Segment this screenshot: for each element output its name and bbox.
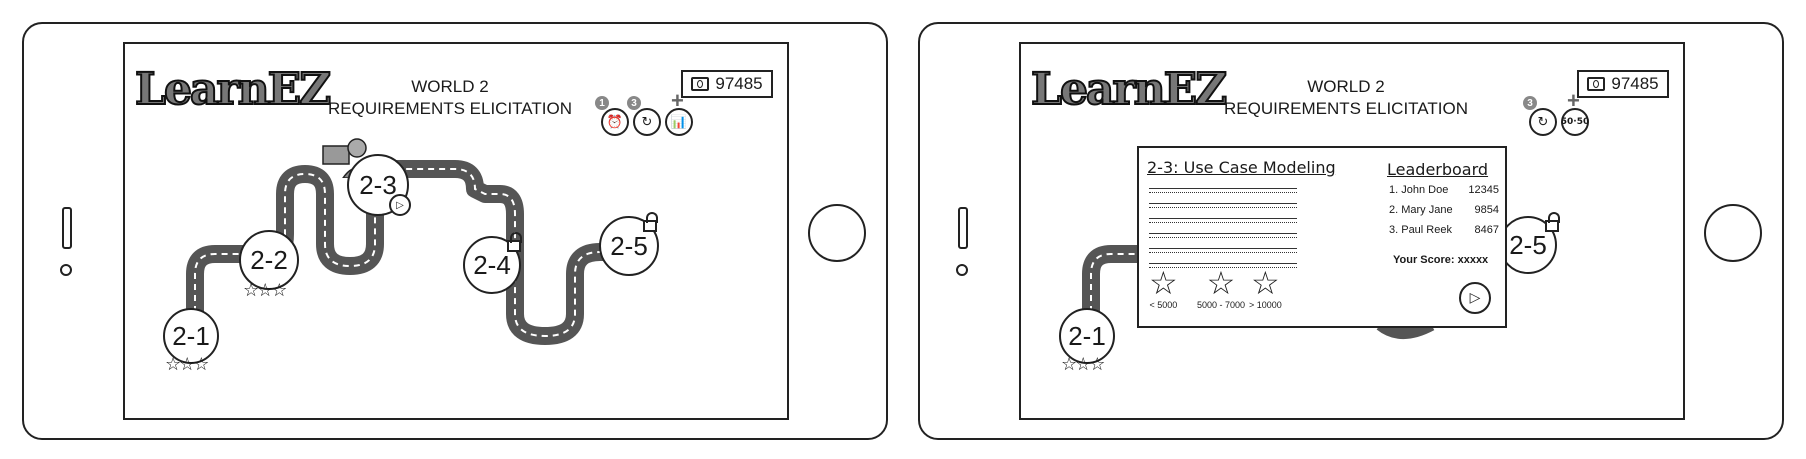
- learnez-logo: LearnEZ: [134, 63, 332, 124]
- fifty-fifty-label: 50·50: [1560, 117, 1590, 127]
- leaderboard-row: 3. Paul Reek 8467: [1389, 224, 1499, 244]
- money-icon: [691, 77, 710, 91]
- world-label: WORLD 2: [1307, 77, 1385, 96]
- level-title: 2-3: Use Case Modeling: [1147, 158, 1336, 177]
- timer-count-badge: 1: [595, 96, 609, 110]
- add-powerup-icon: +: [671, 88, 684, 113]
- player-score: 8467: [1474, 224, 1499, 236]
- game-screen-map: LearnEZ WORLD 2 REQUIREMENTS ELICITATION…: [123, 42, 789, 420]
- alarm-clock-icon: ⏰: [606, 114, 624, 130]
- level-label: 2-1: [172, 320, 210, 351]
- star-threshold-1: ☆ < 5000: [1149, 266, 1178, 310]
- game-screen-level-popup: LearnEZ WORLD 2 REQUIREMENTS ELICITATION…: [1019, 42, 1685, 420]
- lock-icon: [1545, 212, 1560, 232]
- retry-count-badge: 3: [1523, 96, 1537, 110]
- star-threshold-2: ☆ 5000 - 7000: [1197, 266, 1245, 310]
- player-score: 9854: [1474, 204, 1499, 216]
- timer-powerup-button[interactable]: ⏰: [601, 108, 629, 136]
- speaker-icon: [958, 207, 968, 249]
- star-threshold-label: > 10000: [1249, 300, 1282, 310]
- refresh-icon: ↻: [1537, 114, 1549, 130]
- star-icon: ☆: [1206, 265, 1236, 301]
- retry-count-badge: 3: [627, 96, 641, 110]
- logo-text: LearnEZ: [134, 63, 332, 116]
- coin-value: 97485: [715, 74, 763, 93]
- learnez-logo: LearnEZ: [1030, 63, 1228, 124]
- level-2-2-stars: ☆☆☆: [243, 280, 287, 301]
- home-button[interactable]: [808, 204, 866, 262]
- player-score: 12345: [1468, 184, 1499, 196]
- camera-icon: [60, 264, 72, 276]
- camera-icon: [956, 264, 968, 276]
- level-2-1-stars: ☆☆☆: [1061, 354, 1105, 375]
- level-label: 2-3: [359, 169, 397, 200]
- level-details-popup: 2-3: Use Case Modeling Leaderboard 1. Jo…: [1137, 146, 1507, 328]
- leaderboard-row: 1. John Doe 12345: [1389, 184, 1499, 204]
- level-label: 2-4: [473, 249, 511, 280]
- home-button[interactable]: [1704, 204, 1762, 262]
- world-subtitle: REQUIREMENTS ELICITATION: [327, 99, 572, 118]
- play-icon: ▷: [1469, 290, 1481, 306]
- refresh-icon: ↻: [641, 114, 653, 130]
- coin-value: 97485: [1611, 74, 1659, 93]
- add-powerup-icon: +: [1567, 88, 1580, 113]
- star-threshold-label: < 5000: [1149, 300, 1178, 310]
- level-label: 2-5: [1509, 229, 1547, 260]
- coin-counter: 97485: [1577, 70, 1669, 98]
- lock-icon: [507, 232, 522, 252]
- world-title: WORLD 2 REQUIREMENTS ELICITATION: [1211, 76, 1481, 120]
- money-icon: [1587, 77, 1606, 91]
- star-threshold-label: 5000 - 7000: [1197, 300, 1246, 310]
- speaker-icon: [62, 207, 72, 249]
- leaderboard-title: Leaderboard: [1387, 160, 1489, 179]
- play-icon[interactable]: ▷: [389, 194, 411, 216]
- star-threshold-3: ☆ > 10000: [1249, 266, 1282, 310]
- star-icon: ☆: [1149, 265, 1178, 301]
- player-name: 2. Mary Jane: [1389, 204, 1453, 216]
- level-label: 2-2: [250, 244, 288, 275]
- star-icon: ☆: [1251, 265, 1280, 301]
- retry-powerup-button[interactable]: ↻: [1529, 108, 1557, 136]
- player-name: 3. Paul Reek: [1389, 224, 1452, 236]
- phone-frame-left: LearnEZ WORLD 2 REQUIREMENTS ELICITATION…: [22, 22, 888, 440]
- logo-text: LearnEZ: [1030, 63, 1228, 116]
- leaderboard-row: 2. Mary Jane 9854: [1389, 204, 1499, 224]
- chart-icon: 📊: [670, 114, 688, 130]
- level-2-1-stars: ☆☆☆: [165, 354, 209, 375]
- coin-counter: 97485: [681, 70, 773, 98]
- world-subtitle: REQUIREMENTS ELICITATION: [1223, 99, 1468, 118]
- level-label: 2-1: [1068, 320, 1106, 351]
- level-label: 2-5: [610, 230, 648, 261]
- play-level-button[interactable]: ▷: [1459, 282, 1491, 314]
- player-name: 1. John Doe: [1389, 184, 1449, 196]
- your-score: Your Score: xxxxx: [1393, 254, 1489, 266]
- retry-powerup-button[interactable]: ↻: [633, 108, 661, 136]
- world-label: WORLD 2: [411, 77, 489, 96]
- world-title: WORLD 2 REQUIREMENTS ELICITATION: [315, 76, 585, 120]
- leaderboard-list: 1. John Doe 12345 2. Mary Jane 9854 3. P…: [1389, 184, 1499, 244]
- phone-frame-right: LearnEZ WORLD 2 REQUIREMENTS ELICITATION…: [918, 22, 1784, 440]
- lock-icon: [643, 212, 658, 232]
